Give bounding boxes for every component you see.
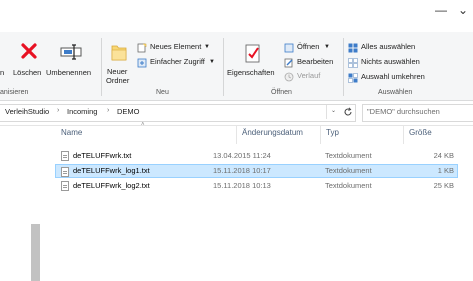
file-type: Textdokument <box>325 166 372 175</box>
navigation-pane-scrollbar[interactable] <box>31 224 40 281</box>
file-date: 13.04.2015 11:24 <box>213 151 271 160</box>
select-none-icon <box>348 58 358 68</box>
file-size: 24 KB <box>433 151 454 160</box>
new-folder-button[interactable]: Neuer Ordner <box>104 40 134 86</box>
file-type: Textdokument <box>325 181 372 190</box>
breadcrumb-incoming[interactable]: Incoming <box>67 107 97 116</box>
file-date: 15.11.2018 10:17 <box>213 166 271 175</box>
group-label-organize: anisieren <box>0 89 29 96</box>
file-type: Textdokument <box>325 151 372 160</box>
properties-button[interactable]: Eigenschaften <box>226 40 280 82</box>
breadcrumb-demo[interactable]: DEMO <box>117 107 140 116</box>
rename-button[interactable]: Umbenennen <box>46 40 96 80</box>
breadcrumb-chevron-icon[interactable]: › <box>57 107 59 114</box>
file-row[interactable]: deTELUFFwrk_log2.txt 15.11.2018 10:13 Te… <box>55 179 458 193</box>
column-header-date[interactable]: Änderungsdatum <box>242 128 303 137</box>
address-field[interactable] <box>0 104 356 122</box>
breadcrumb-verleihstudio[interactable]: VerleihStudio <box>5 107 49 116</box>
sort-chevron-up-icon: ˄ <box>141 122 145 128</box>
open-button[interactable]: Öffnen ▼ <box>284 42 344 54</box>
chevron-down-icon: ⌄ <box>331 108 337 114</box>
open-icon <box>284 43 294 53</box>
text-file-icon <box>61 151 69 161</box>
new-folder-label-1: Neuer <box>107 67 128 76</box>
minimize-icon[interactable]: — <box>433 2 449 18</box>
column-divider[interactable] <box>236 126 237 144</box>
easy-access-dropdown-icon[interactable]: ▼ <box>209 57 215 67</box>
folder-icon <box>111 45 127 61</box>
breadcrumb-chevron-icon[interactable]: › <box>107 107 109 114</box>
text-file-icon <box>61 167 69 177</box>
refresh-button[interactable] <box>341 105 355 119</box>
open-label: Öffnen <box>297 42 320 51</box>
new-item-button[interactable]: Neues Element ▼ <box>137 42 222 54</box>
ribbon-separator <box>101 38 102 96</box>
file-date: 15.11.2018 10:13 <box>213 181 271 190</box>
search-placeholder: "DEMO" durchsuchen <box>367 107 440 116</box>
file-row-selected[interactable]: deTELUFFwrk_log1.txt 15.11.2018 10:17 Te… <box>55 164 458 178</box>
text-file-icon <box>61 181 69 191</box>
search-input[interactable]: "DEMO" durchsuchen <box>362 104 473 122</box>
invert-selection-button[interactable]: Auswahl umkehren <box>348 72 448 84</box>
column-divider[interactable] <box>403 126 404 144</box>
delete-icon <box>21 43 37 59</box>
properties-icon <box>245 44 260 63</box>
column-header-size[interactable]: Größe <box>409 128 432 137</box>
file-row[interactable]: deTELUFFwrk.txt 13.04.2015 11:24 Textdok… <box>55 149 458 163</box>
help-icon[interactable]: ⌄ <box>455 2 471 18</box>
column-divider[interactable] <box>320 126 321 144</box>
group-label-new: Neu <box>156 89 169 96</box>
rename-label: Umbenennen <box>46 68 92 77</box>
properties-label: Eigenschaften <box>227 68 275 77</box>
history-button: Verlauf <box>284 71 344 83</box>
easy-access-label: Einfacher Zugriff <box>150 57 205 66</box>
new-item-dropdown-icon[interactable]: ▼ <box>204 42 210 52</box>
title-strip <box>0 0 473 32</box>
new-item-icon <box>137 43 147 53</box>
edit-icon <box>284 58 293 68</box>
edit-button[interactable]: Bearbeiten <box>284 57 344 69</box>
column-header-name[interactable]: Name <box>61 128 82 137</box>
file-size: 1 KB <box>437 166 454 175</box>
file-size: 25 KB <box>433 181 454 190</box>
address-history-button[interactable]: ⌄ <box>326 105 341 119</box>
select-all-button[interactable]: Alles auswählen <box>348 42 448 54</box>
edit-label: Bearbeiten <box>297 57 334 66</box>
invert-selection-icon <box>348 73 358 83</box>
select-none-label: Nichts auswählen <box>361 57 420 66</box>
easy-access-button[interactable]: Einfacher Zugriff ▼ <box>137 57 222 69</box>
select-all-label: Alles auswählen <box>361 42 416 51</box>
file-name: deTELUFFwrk_log2.txt <box>73 181 150 190</box>
invert-selection-label: Auswahl umkehren <box>361 72 425 81</box>
column-header-type[interactable]: Typ <box>326 128 339 137</box>
navigation-pane <box>0 126 34 281</box>
delete-button[interactable]: Löschen <box>13 40 44 80</box>
easy-access-icon <box>137 58 147 68</box>
file-name: deTELUFFwrk.txt <box>73 151 132 160</box>
group-label-open: Öffnen <box>271 89 292 96</box>
open-dropdown-icon[interactable]: ▼ <box>324 42 330 52</box>
refresh-icon <box>344 107 352 116</box>
ribbon-separator <box>343 38 344 96</box>
file-name: deTELUFFwrk_log1.txt <box>73 166 150 175</box>
new-item-label: Neues Element <box>150 42 202 51</box>
select-all-icon <box>348 43 358 53</box>
select-none-button[interactable]: Nichts auswählen <box>348 57 448 69</box>
group-label-select: Auswählen <box>378 89 413 96</box>
rename-icon <box>60 44 82 60</box>
history-icon <box>284 72 294 82</box>
move-button-label[interactable]: n <box>0 68 4 77</box>
new-folder-label-2: Ordner <box>106 76 130 85</box>
history-label: Verlauf <box>297 71 321 80</box>
ribbon-separator <box>223 38 224 96</box>
delete-label: Löschen <box>13 68 42 77</box>
